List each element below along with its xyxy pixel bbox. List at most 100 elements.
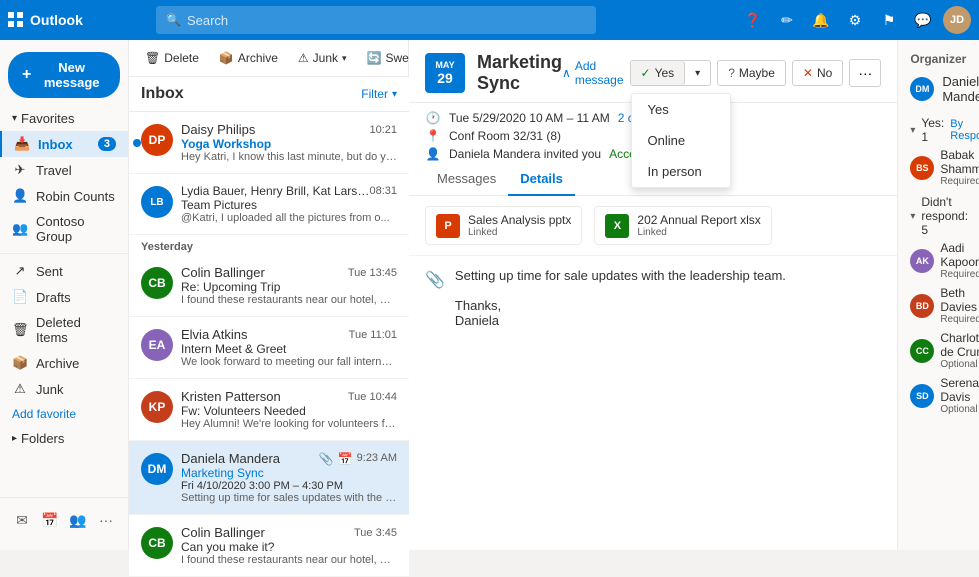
clock-icon: 🕐 <box>425 111 441 125</box>
no-button[interactable]: ✕ No <box>792 60 843 86</box>
email-preview: @Katri, I uploaded all the pictures from… <box>181 212 397 224</box>
travel-icon: ✈ <box>12 162 28 178</box>
email-content: Daniela Mandera 📎 📅 9:23 AM Marketing Sy… <box>181 451 397 504</box>
sidebar-item-robin[interactable]: 👤 Robin Counts <box>0 183 128 209</box>
attachment-info: 202 Annual Report xlsx Linked <box>637 213 760 238</box>
xlsx-icon: X <box>605 214 629 238</box>
yes-group: ▾ Yes: 1 By Response BS Babak Shammas Re… <box>910 116 967 187</box>
avatar[interactable]: JD <box>943 6 971 34</box>
sidebar-item-contoso[interactable]: 👥 Contoso Group <box>0 209 128 249</box>
email-item[interactable]: DP Daisy Philips 10:21 Yoga Workshop Hey… <box>129 112 409 174</box>
dropdown-option-online[interactable]: Online <box>632 125 730 156</box>
sidebar-item-deleted[interactable]: 🗑 Deleted Items <box>0 310 128 350</box>
toolbar: 🗑 Delete 📦 Archive ⚠ Junk ▾ 🔄 Sweep → Mo… <box>129 40 408 77</box>
dropdown-option-in-person[interactable]: In person <box>632 156 730 187</box>
yes-button-group: ✓ Yes ▾ Yes Online In person <box>630 60 712 86</box>
pen-icon[interactable]: ✏ <box>773 6 801 34</box>
inbox-badge: 3 <box>98 137 116 151</box>
filter-button[interactable]: Filter ▾ <box>361 87 397 101</box>
email-preview: I found these restaurants near our hotel… <box>181 294 397 306</box>
more-footer-icon[interactable]: ··· <box>92 506 120 534</box>
flag-icon[interactable]: ⚑ <box>875 6 903 34</box>
avatar: KP <box>141 391 173 423</box>
organizer-name: Daniela Mandera <box>942 74 979 104</box>
yes-collapse-button[interactable]: ▾ <box>910 122 915 138</box>
delete-button[interactable]: 🗑 Delete <box>137 47 207 69</box>
question-icon: ? <box>728 66 735 80</box>
sidebar-divider <box>0 253 128 254</box>
yes-button[interactable]: ✓ Yes <box>631 61 686 85</box>
chat-icon[interactable]: 💬 <box>909 6 937 34</box>
email-time: 08:31 <box>369 185 397 197</box>
plus-icon: + <box>22 66 31 84</box>
sidebar-item-sent[interactable]: ↗ Sent <box>0 258 128 284</box>
sidebar: + New message ▾ Favorites 📥 Inbox 3 ✈ Tr… <box>0 40 129 550</box>
settings-icon[interactable]: ⚙ <box>841 6 869 34</box>
mail-footer-icon[interactable]: ✉ <box>8 506 36 534</box>
email-time: Tue 11:01 <box>349 329 397 341</box>
didnt-collapse-button[interactable]: ▾ <box>910 208 915 224</box>
junk-button[interactable]: ⚠ Junk ▾ <box>290 47 355 69</box>
app-logo: Outlook <box>8 12 148 28</box>
sidebar-item-favorites[interactable]: ▾ Favorites <box>0 106 128 131</box>
by-response-label[interactable]: By Response <box>950 118 979 142</box>
new-message-button[interactable]: + New message <box>8 52 120 98</box>
archive-button[interactable]: 📦 Archive <box>211 47 286 69</box>
didnt-respond-header: ▾ Didn't respond: 5 <box>910 195 967 237</box>
email-subject: Re: Upcoming Trip <box>181 280 397 294</box>
people-footer-icon[interactable]: 👥 <box>64 506 92 534</box>
tab-messages[interactable]: Messages <box>425 163 508 196</box>
search-input[interactable] <box>187 13 586 28</box>
email-item[interactable]: EA Elvia Atkins Tue 11:01 Intern Meet & … <box>129 317 409 379</box>
avatar: LB <box>141 186 173 218</box>
more-button[interactable]: ··· <box>849 59 881 87</box>
attachment-type: Linked <box>468 227 571 238</box>
attendee-role: Required <box>940 314 979 325</box>
email-subject: Can you make it? <box>181 540 397 554</box>
add-message-button[interactable]: ∧ Add message <box>562 59 624 87</box>
sidebar-item-travel[interactable]: ✈ Travel <box>0 157 128 183</box>
avatar: DP <box>141 124 173 156</box>
sidebar-item-drafts[interactable]: 📄 Drafts <box>0 284 128 310</box>
attachment-xlsx[interactable]: X 202 Annual Report xlsx Linked <box>594 206 771 245</box>
sidebar-item-inbox[interactable]: 📥 Inbox 3 <box>0 131 128 157</box>
avatar: CB <box>141 527 173 559</box>
attendee-avatar: BS <box>910 156 934 180</box>
email-content: Kristen Patterson Tue 10:44 Fw: Voluntee… <box>181 389 397 430</box>
yes-dropdown-button[interactable]: ▾ <box>685 63 710 84</box>
event-invited: Daniela Mandera invited you <box>449 147 601 161</box>
add-favorite-button[interactable]: Add favorite <box>0 402 128 426</box>
email-sender: Daisy Philips <box>181 122 255 137</box>
maybe-button[interactable]: ? Maybe <box>717 60 786 86</box>
email-subject: Fw: Volunteers Needed <box>181 404 397 418</box>
email-preview: I found these restaurants near our hotel… <box>181 554 397 566</box>
message-body: 📎 Setting up time for sale updates with … <box>409 256 897 550</box>
attachment-pptx[interactable]: P Sales Analysis pptx Linked <box>425 206 582 245</box>
event-title-area: Marketing Sync <box>477 52 562 94</box>
avatar: CB <box>141 267 173 299</box>
group-icon: 👥 <box>12 221 28 237</box>
email-items: DP Daisy Philips 10:21 Yoga Workshop Hey… <box>129 112 409 577</box>
email-item[interactable]: CB Colin Ballinger Tue 3:45 Can you make… <box>129 515 409 577</box>
search-bar[interactable]: 🔍 <box>156 6 596 34</box>
email-item[interactable]: LB Lydia Bauer, Henry Brill, Kat Larsson… <box>129 174 409 235</box>
help-icon[interactable]: ❓ <box>739 6 767 34</box>
add-message-label: Add message <box>575 59 624 87</box>
signature-name: Daniela <box>455 313 786 328</box>
didnt-respond-group: ▾ Didn't respond: 5 AK Aadi Kapoor Requi… <box>910 195 967 415</box>
calendar-footer-icon[interactable]: 📅 <box>36 506 64 534</box>
travel-label: Travel <box>36 163 72 178</box>
email-item-active[interactable]: DM Daniela Mandera 📎 📅 9:23 AM Marketing… <box>129 441 409 515</box>
tab-details[interactable]: Details <box>508 163 575 196</box>
sidebar-item-folders[interactable]: ▸ Folders <box>0 426 128 451</box>
dropdown-option-yes[interactable]: Yes <box>632 94 730 125</box>
x-icon: ✕ <box>803 66 813 80</box>
sidebar-item-junk[interactable]: ⚠ Junk <box>0 376 128 402</box>
bell-icon[interactable]: 🔔 <box>807 6 835 34</box>
archive-label: Archive <box>238 51 278 65</box>
attendee-role: Optional <box>940 404 979 415</box>
archive-toolbar-icon: 📦 <box>219 51 234 65</box>
email-item[interactable]: KP Kristen Patterson Tue 10:44 Fw: Volun… <box>129 379 409 441</box>
sidebar-item-archive[interactable]: 📦 Archive <box>0 350 128 376</box>
email-item[interactable]: CB Colin Ballinger Tue 13:45 Re: Upcomin… <box>129 255 409 317</box>
